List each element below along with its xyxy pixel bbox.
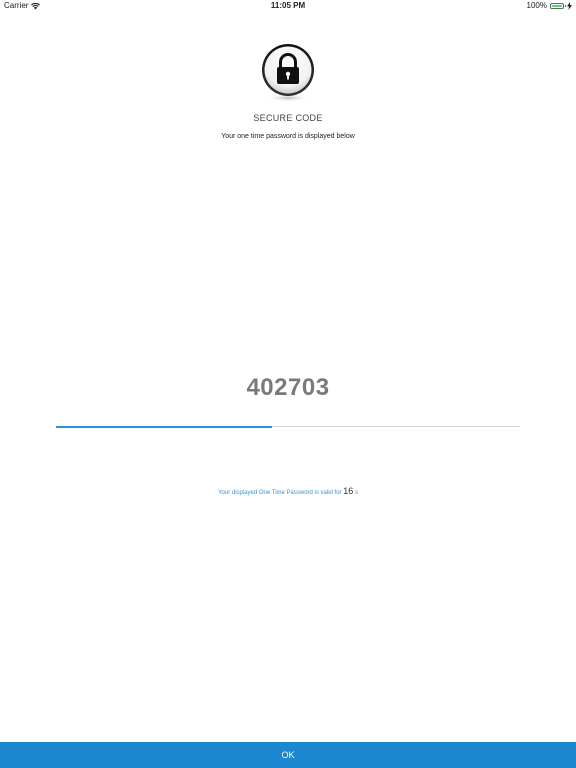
ok-button[interactable]: OK: [0, 742, 576, 768]
battery-icon: [550, 3, 566, 9]
status-bar: Carrier 11:05 PM 100%: [0, 0, 576, 12]
countdown-progress-fill: [56, 425, 272, 428]
validity-unit: s: [354, 490, 358, 496]
battery-percent: 100%: [526, 1, 547, 10]
status-time: 11:05 PM: [270, 1, 306, 10]
page-title: SECURE CODE: [253, 113, 323, 123]
validity-seconds: 16: [343, 486, 354, 496]
validity-message: Your displayed One Time Password is vali…: [0, 486, 576, 496]
charging-icon: [567, 2, 572, 10]
countdown-progress-bar: [56, 425, 520, 428]
otp-code: 402703: [246, 374, 330, 401]
page-subtitle: Your one time password is displayed belo…: [221, 133, 355, 140]
status-right: 100%: [527, 0, 572, 12]
validity-text: Your displayed One Time Password is vali…: [218, 490, 342, 496]
padlock-icon: [258, 42, 318, 104]
